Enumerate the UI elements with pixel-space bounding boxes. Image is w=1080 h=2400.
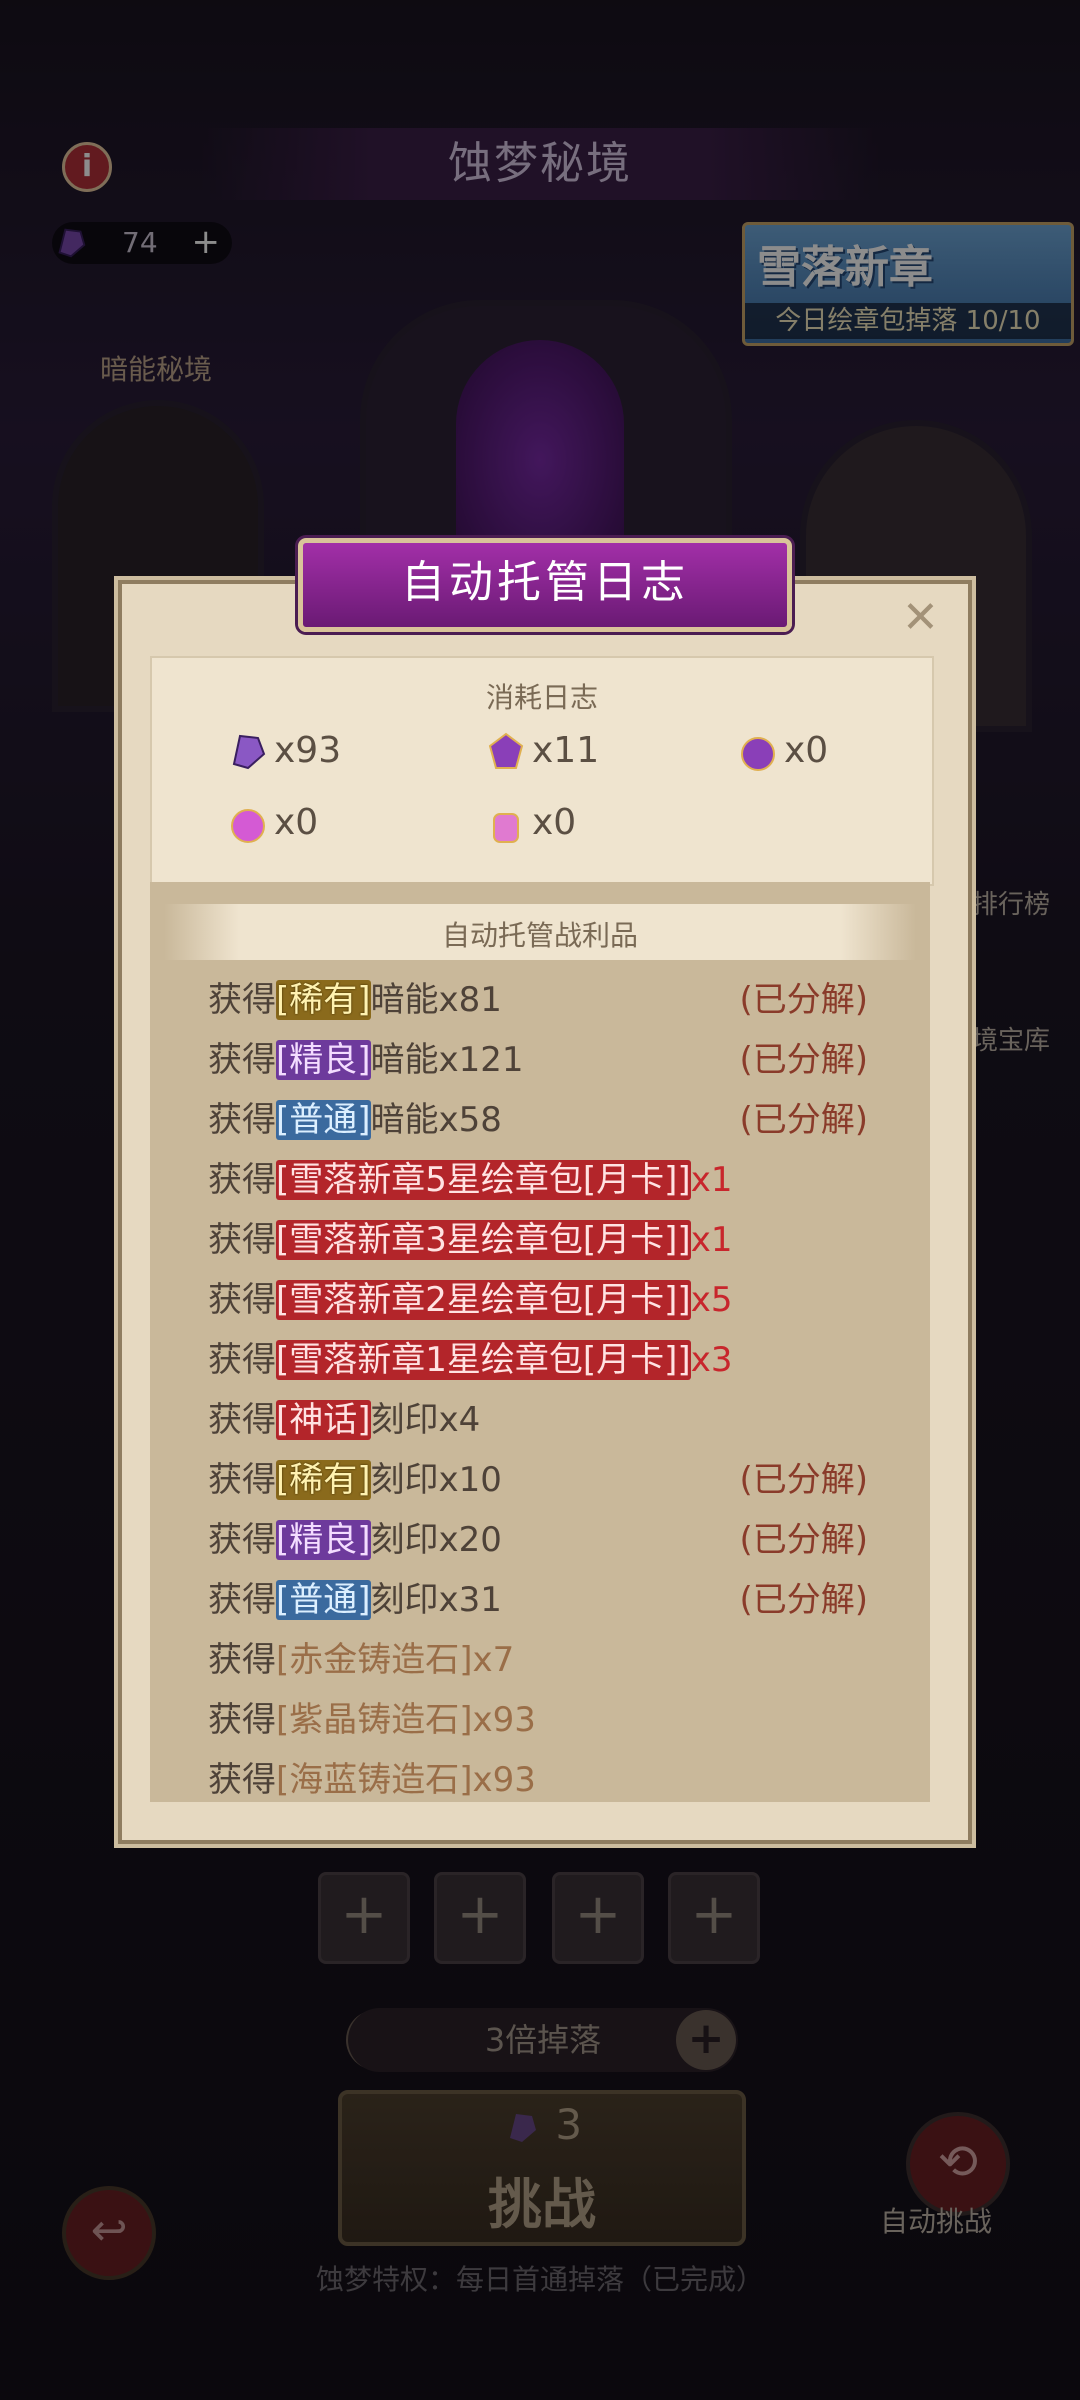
item-tag: [紫晶铸造石] bbox=[276, 1700, 473, 1740]
consumption-item: x0 bbox=[226, 802, 318, 846]
status-text: (已分解) bbox=[739, 1040, 868, 1080]
rarity-tag: [雪落新章1星绘章包[月卡]] bbox=[276, 1340, 691, 1380]
purple-crest-icon bbox=[488, 732, 524, 769]
consumption-title: 消耗日志 bbox=[485, 681, 598, 714]
status-text: (已分解) bbox=[739, 1580, 868, 1620]
rarity-tag: [雪落新章3星绘章包[月卡]] bbox=[276, 1220, 691, 1260]
loot-row: 获得[海蓝铸造石]x93 bbox=[208, 1760, 536, 1800]
item-tag: [海蓝铸造石] bbox=[276, 1760, 473, 1800]
rarity-tag: [精良] bbox=[276, 1040, 371, 1080]
consumption-item: x93 bbox=[226, 730, 341, 774]
loot-row: 获得[雪落新章1星绘章包[月卡]]x3 bbox=[208, 1340, 733, 1380]
rarity-tag: [普通] bbox=[276, 1580, 371, 1620]
loot-row: 获得[稀有]刻印x10 (已分解) bbox=[208, 1452, 868, 1512]
loot-row: 获得[精良]暗能x121 (已分解) bbox=[208, 1032, 868, 1092]
purple-orb-icon bbox=[741, 737, 775, 771]
loot-row: 获得[精良]刻印x20 (已分解) bbox=[208, 1512, 868, 1572]
consumption-item: x0 bbox=[736, 730, 828, 774]
consumption-panel: 消耗日志 x93 x11 x0 x0 x0 bbox=[150, 656, 934, 886]
consumption-item: x0 bbox=[484, 802, 576, 846]
status-text: (已分解) bbox=[739, 1520, 868, 1560]
rarity-tag: [普通] bbox=[276, 1100, 371, 1140]
consumption-item: x11 bbox=[484, 730, 599, 774]
loot-row: 获得[雪落新章2星绘章包[月卡]]x5 bbox=[208, 1280, 733, 1320]
rarity-tag: [雪落新章2星绘章包[月卡]] bbox=[276, 1280, 691, 1320]
loot-title: 自动托管战利品 bbox=[441, 919, 638, 952]
loot-row: 获得[普通]暗能x58 (已分解) bbox=[208, 1092, 868, 1152]
pink-jar-icon bbox=[493, 813, 519, 843]
close-icon[interactable]: ✕ bbox=[902, 592, 939, 643]
rarity-tag: [精良] bbox=[276, 1520, 371, 1560]
dark-energy-gem-icon bbox=[232, 734, 266, 770]
loot-row: 获得[赤金铸造石]x7 bbox=[208, 1640, 515, 1680]
loot-row: 获得[普通]刻印x31 (已分解) bbox=[208, 1572, 868, 1632]
pink-orb-icon bbox=[231, 809, 265, 843]
rarity-tag: [神话] bbox=[276, 1400, 371, 1440]
dialog-title: 自动托管日志 bbox=[298, 538, 792, 632]
rarity-tag: [稀有] bbox=[276, 1460, 371, 1500]
loot-row: 获得[雪落新章3星绘章包[月卡]]x1 bbox=[208, 1220, 733, 1260]
loot-row: 获得[神话]刻印x4 bbox=[208, 1400, 481, 1440]
rarity-tag: [稀有] bbox=[276, 980, 371, 1020]
loot-row: 获得[雪落新章5星绘章包[月卡]]x1 bbox=[208, 1160, 733, 1200]
status-text: (已分解) bbox=[739, 1100, 868, 1140]
item-tag: [赤金铸造石] bbox=[276, 1640, 473, 1680]
loot-list[interactable]: 获得[稀有]暗能x81 (已分解) 获得[精良]暗能x121 (已分解) 获得[普通… bbox=[208, 972, 868, 1812]
rarity-tag: [雪落新章5星绘章包[月卡]] bbox=[276, 1160, 691, 1200]
loot-header: 自动托管战利品 bbox=[164, 904, 916, 960]
loot-row: 获得[紫晶铸造石]x93 bbox=[208, 1700, 536, 1740]
status-text: (已分解) bbox=[739, 980, 868, 1020]
status-text: (已分解) bbox=[739, 1460, 868, 1500]
loot-row: 获得[稀有]暗能x81 (已分解) bbox=[208, 972, 868, 1032]
